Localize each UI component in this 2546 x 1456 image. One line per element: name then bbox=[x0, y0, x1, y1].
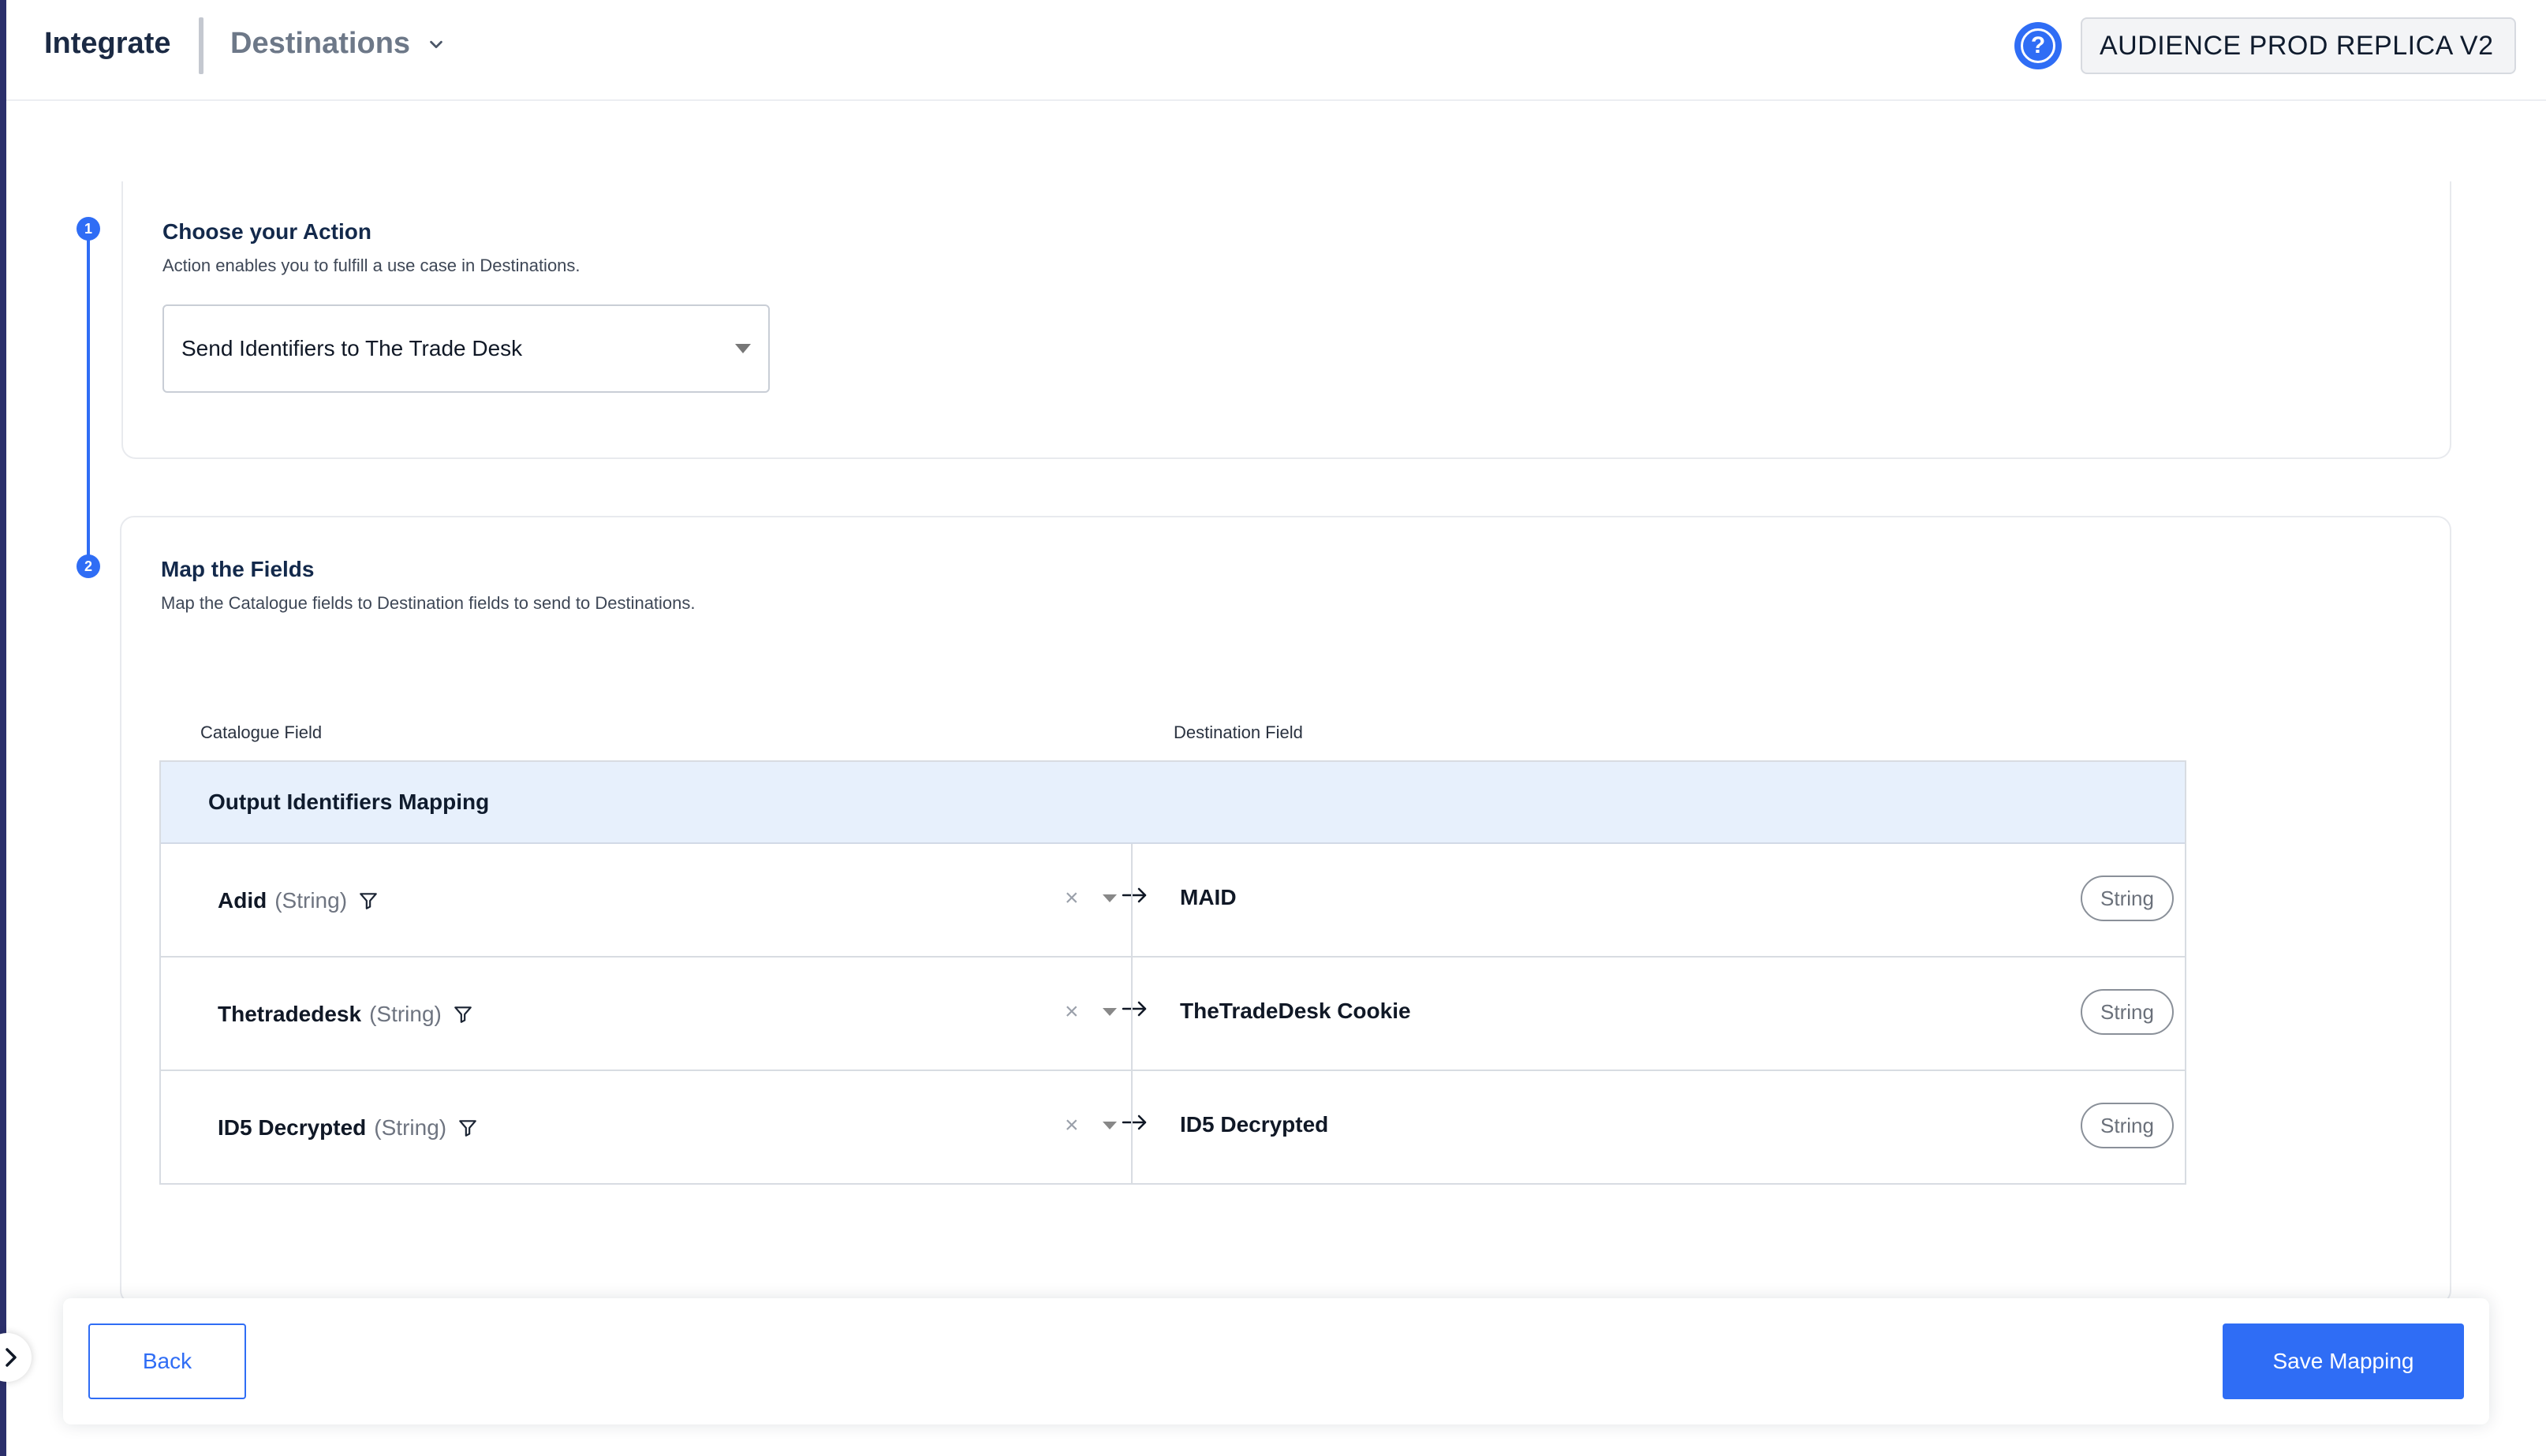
source-field-type: (String) bbox=[374, 1115, 447, 1140]
filter-icon[interactable] bbox=[453, 1004, 473, 1025]
left-rail bbox=[0, 0, 6, 1456]
mapping-table: Output Identifiers Mapping Adid (String)… bbox=[159, 760, 2186, 1185]
question-circle-icon: ? bbox=[2021, 28, 2055, 63]
mapping-group-header: Output Identifiers Mapping bbox=[161, 762, 2185, 844]
destination-type-badge: String bbox=[2081, 875, 2174, 921]
step-1-title: Choose your Action bbox=[162, 219, 371, 244]
destination-field-name: TheTradeDesk Cookie bbox=[1180, 999, 1411, 1023]
action-select-value: Send Identifiers to The Trade Desk bbox=[181, 336, 523, 360]
caret-down-icon bbox=[735, 344, 751, 353]
chevron-down-icon bbox=[430, 40, 442, 48]
caret-down-icon[interactable] bbox=[1103, 1008, 1117, 1016]
help-button[interactable]: ? bbox=[2014, 22, 2062, 69]
save-mapping-button[interactable]: Save Mapping bbox=[2223, 1323, 2464, 1399]
catalogue-field-select[interactable]: Adid (String) bbox=[218, 888, 379, 913]
catalogue-field-select[interactable]: ID5 Decrypted (String) bbox=[218, 1115, 478, 1141]
destination-field-header: Destination Field bbox=[1174, 722, 1303, 742]
clear-icon[interactable]: × bbox=[1065, 1112, 1079, 1139]
filter-icon[interactable] bbox=[358, 890, 379, 911]
arrow-right-icon bbox=[1122, 1114, 1147, 1130]
source-field-name: Adid bbox=[218, 888, 267, 913]
clear-icon[interactable]: × bbox=[1065, 999, 1079, 1025]
mapping-row: Adid (String) × MAID String bbox=[161, 844, 2185, 958]
source-field-type: (String) bbox=[274, 888, 348, 913]
mapping-row: Thetradedesk (String) × TheTradeDesk Coo… bbox=[161, 958, 2185, 1071]
destination-field-name: MAID bbox=[1180, 885, 1237, 909]
catalogue-field-header: Catalogue Field bbox=[200, 722, 323, 742]
workspace-selector[interactable]: AUDIENCE PROD REPLICA V2 bbox=[2081, 17, 2516, 74]
action-select[interactable]: Send Identifiers to The Trade Desk bbox=[162, 304, 770, 393]
action-footer: Back Save Mapping bbox=[63, 1298, 2489, 1424]
destination-type-badge: String bbox=[2081, 1103, 2174, 1148]
sidebar-expand-button[interactable] bbox=[0, 1333, 32, 1382]
back-button[interactable]: Back bbox=[88, 1323, 246, 1399]
brand-title: Integrate bbox=[44, 27, 171, 60]
source-field-type: (String) bbox=[369, 1002, 442, 1026]
arrow-right-icon bbox=[1122, 887, 1147, 903]
step-2-subtitle: Map the Catalogue fields to Destination … bbox=[161, 593, 696, 613]
map-fields-card: Map the Fields Map the Catalogue fields … bbox=[120, 516, 2451, 1305]
step-1-indicator: 1 bbox=[77, 217, 100, 241]
destination-field-name: ID5 Decrypted bbox=[1180, 1112, 1329, 1137]
filter-icon[interactable] bbox=[457, 1118, 478, 1138]
catalogue-field-select[interactable]: Thetradedesk (String) bbox=[218, 1002, 473, 1027]
source-field-name: Thetradedesk bbox=[218, 1002, 362, 1026]
mapping-row: ID5 Decrypted (String) × ID5 Decrypted S… bbox=[161, 1071, 2185, 1185]
caret-down-icon[interactable] bbox=[1103, 894, 1117, 902]
caret-down-icon[interactable] bbox=[1103, 1122, 1117, 1129]
choose-action-card: Choose your Action Action enables you to… bbox=[121, 181, 2451, 459]
clear-icon[interactable]: × bbox=[1065, 885, 1079, 912]
step-2-indicator: 2 bbox=[77, 554, 100, 578]
step-connector-line bbox=[87, 229, 90, 566]
arrow-right-icon bbox=[1122, 1001, 1147, 1017]
chevron-right-icon bbox=[6, 1348, 17, 1367]
destination-type-badge: String bbox=[2081, 989, 2174, 1035]
top-bar: Integrate Destinations ? AUDIENCE PROD R… bbox=[6, 0, 2546, 101]
step-1-subtitle: Action enables you to fulfill a use case… bbox=[162, 256, 581, 275]
destinations-label: Destinations bbox=[230, 27, 411, 60]
source-field-name: ID5 Decrypted bbox=[218, 1115, 367, 1140]
column-divider bbox=[1131, 844, 1133, 1185]
step-2-title: Map the Fields bbox=[161, 557, 315, 581]
destinations-dropdown[interactable]: Destinations bbox=[230, 27, 445, 61]
header-divider bbox=[199, 17, 203, 74]
